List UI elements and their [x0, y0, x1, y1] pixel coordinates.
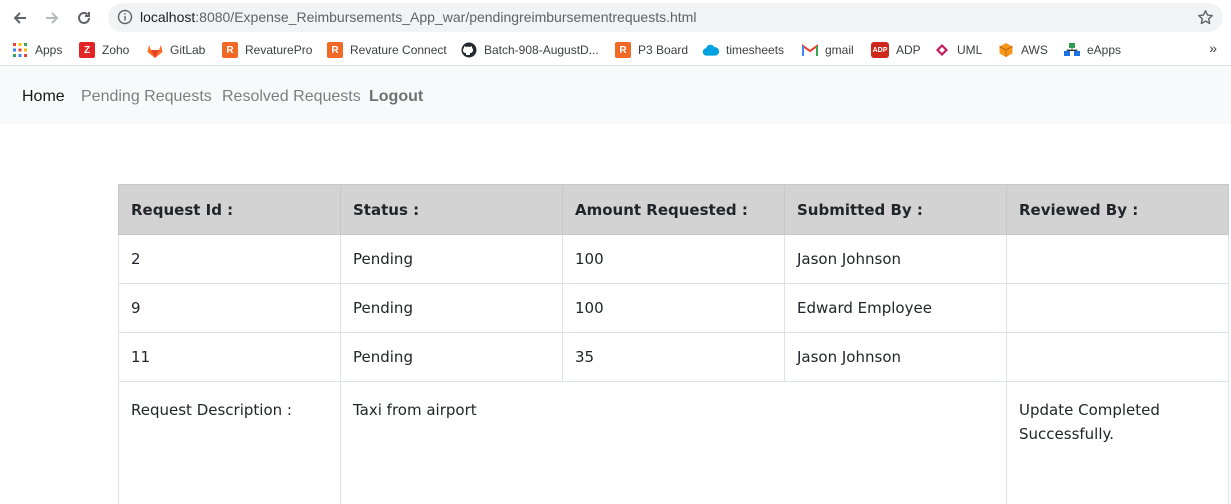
revature-icon: R: [615, 42, 631, 58]
pending-requests-table-container: Request Id : Status : Amount Requested :…: [118, 184, 1229, 504]
update-status-message: Update Completed Successfully.: [1006, 381, 1229, 504]
url-host: localhost: [140, 9, 196, 25]
app-navbar: Home Pending Requests Resolved Requests …: [0, 67, 1231, 124]
description-value: Taxi from airport: [340, 381, 1007, 504]
header-submitted-by: Submitted By :: [784, 184, 1007, 235]
cell-request-id: 2: [118, 234, 341, 284]
url-path: :8080/Expense_Reimbursements_App_war/pen…: [195, 9, 697, 25]
bookmark-label: P3 Board: [638, 43, 689, 57]
bookmark-gmail[interactable]: gmail: [802, 41, 854, 59]
header-request-id: Request Id :: [118, 184, 341, 235]
table-row[interactable]: 11 Pending 35 Jason Johnson: [118, 332, 1229, 382]
header-reviewed-by: Reviewed By :: [1006, 184, 1229, 235]
nav-pending-requests-link[interactable]: Pending Requests: [81, 88, 212, 106]
cell-amount: 100: [562, 283, 785, 333]
eapps-icon: [1064, 42, 1080, 58]
cell-status: Pending: [340, 283, 563, 333]
cell-reviewed-by: [1006, 283, 1229, 333]
cell-status: Pending: [340, 332, 563, 382]
bookmark-revature-connect[interactable]: R Revature Connect: [327, 41, 447, 59]
reload-icon[interactable]: [72, 6, 96, 30]
cell-amount: 35: [562, 332, 785, 382]
bookmark-label: Batch-908-AugustD...: [484, 43, 599, 57]
bookmark-timesheets[interactable]: timesheets: [703, 41, 784, 59]
bookmarks-bar: Apps Z Zoho GitLab R RevaturePro R Revat…: [0, 35, 1231, 66]
bookmark-p3-board[interactable]: R P3 Board: [615, 41, 688, 59]
bookmark-star-icon[interactable]: [1197, 9, 1214, 26]
bookmark-label: ADP: [896, 43, 921, 57]
url-text: localhost:8080/Expense_Reimbursements_Ap…: [140, 9, 696, 25]
nav-home-link[interactable]: Home: [22, 88, 65, 106]
bookmark-label: Zoho: [102, 43, 130, 57]
bookmark-label: RevaturePro: [245, 43, 313, 57]
back-arrow-icon[interactable]: [8, 6, 32, 30]
revature-icon: R: [327, 42, 343, 58]
aws-cube-icon: [998, 42, 1014, 58]
browser-toolbar: localhost:8080/Expense_Reimbursements_Ap…: [0, 0, 1231, 35]
bookmark-gitlab[interactable]: GitLab: [147, 41, 205, 59]
header-status: Status :: [340, 184, 563, 235]
bookmark-label: eApps: [1087, 43, 1122, 57]
cell-status: Pending: [340, 234, 563, 284]
site-info-icon[interactable]: [117, 9, 133, 25]
apps-grid-icon: [12, 42, 28, 58]
forward-arrow-icon[interactable]: [40, 6, 64, 30]
cell-request-id: 11: [118, 332, 341, 382]
uml-diamond-icon: [934, 42, 950, 58]
gmail-icon: [802, 42, 818, 58]
bookmark-adp[interactable]: ADP ADP: [871, 41, 921, 59]
cell-submitted-by: Edward Employee: [784, 283, 1007, 333]
bookmark-label: AWS: [1021, 43, 1048, 57]
table-row[interactable]: 2 Pending 100 Jason Johnson: [118, 234, 1229, 284]
bookmark-label: Revature Connect: [350, 43, 447, 57]
bookmark-label: GitLab: [170, 43, 206, 57]
cell-reviewed-by: [1006, 332, 1229, 382]
zoho-icon: Z: [79, 42, 95, 58]
bookmark-label: UML: [957, 43, 983, 57]
nav-logout-link[interactable]: Logout: [369, 88, 423, 106]
request-description-row: Request Description : Taxi from airport …: [118, 381, 1229, 504]
bookmark-aws[interactable]: AWS: [998, 41, 1048, 59]
revature-icon: R: [222, 42, 238, 58]
github-icon: [461, 42, 477, 58]
cell-submitted-by: Jason Johnson: [784, 332, 1007, 382]
cell-request-id: 9: [118, 283, 341, 333]
header-amount-requested: Amount Requested :: [562, 184, 785, 235]
bookmark-label: timesheets: [726, 43, 785, 57]
table-header-row: Request Id : Status : Amount Requested :…: [118, 184, 1229, 235]
more-bookmarks-chevron-icon[interactable]: »: [1209, 40, 1217, 56]
cell-reviewed-by: [1006, 234, 1229, 284]
gitlab-icon: [147, 42, 163, 58]
salesforce-cloud-icon: [703, 42, 719, 58]
bookmark-uml[interactable]: UML: [934, 41, 982, 59]
bookmark-zoho[interactable]: Z Zoho: [79, 41, 129, 59]
bookmark-label: gmail: [825, 43, 854, 57]
cell-submitted-by: Jason Johnson: [784, 234, 1007, 284]
pending-requests-table: Request Id : Status : Amount Requested :…: [118, 184, 1229, 504]
bookmark-eapps[interactable]: eApps: [1064, 41, 1121, 59]
adp-icon: ADP: [871, 42, 889, 58]
cell-amount: 100: [562, 234, 785, 284]
bookmark-batch[interactable]: Batch-908-AugustD...: [461, 41, 599, 59]
bookmark-apps[interactable]: Apps: [12, 41, 62, 59]
nav-resolved-requests-link[interactable]: Resolved Requests: [222, 88, 361, 106]
address-bar[interactable]: localhost:8080/Expense_Reimbursements_Ap…: [108, 3, 1223, 32]
bookmark-label: Apps: [35, 43, 63, 57]
bookmark-revaturepro[interactable]: R RevaturePro: [222, 41, 312, 59]
description-label: Request Description :: [118, 381, 341, 504]
table-row[interactable]: 9 Pending 100 Edward Employee: [118, 283, 1229, 333]
